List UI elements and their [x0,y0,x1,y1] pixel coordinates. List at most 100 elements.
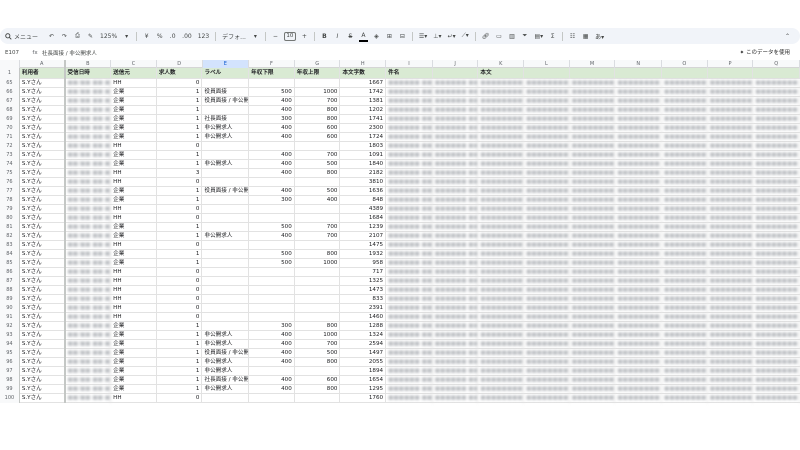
cell-received-date[interactable]: ■■/■■ ■■:■■ [66,277,112,286]
header-cell-l[interactable] [524,68,570,79]
cell-user[interactable]: S.Yさん [20,385,66,394]
cell-body[interactable]: ■■■■■■■■ ■■■■■■■■■■■■■ ■■■■■■■■■ ■■■■■■■… [478,358,525,367]
cell-salary-min[interactable]: 400 [249,376,295,385]
cell-user[interactable]: S.Yさん [20,394,66,403]
cell-body-overflow[interactable]: ■■■■■■■■ ■■■■■■■■■■■■■ ■■■■■■■■■ ■■■■■■■… [662,367,708,376]
cell-subject-overflow[interactable]: ■■■■■■ ■■■■ ■■■■■■■■■ ■■■ [433,313,479,322]
cell-job-count[interactable]: 0 [157,142,203,151]
cell-body-overflow[interactable]: ■■■■■■■■ ■■■■■■■■■■■■■ ■■■■■■■■■ ■■■■■■■… [570,160,616,169]
cell-user[interactable]: S.Yさん [20,205,66,214]
cell-body-overflow[interactable]: ■■■■■■■■ ■■■■■■■■■■■■■ ■■■■■■■■■ ■■■■■■■… [524,151,570,160]
cell-salary-max[interactable]: 700 [295,151,341,160]
row-number[interactable]: 72 [0,142,20,151]
cell-body-overflow[interactable]: ■■■■■■■■ ■■■■■■■■■■■■■ ■■■■■■■■■ ■■■■■■■… [524,394,570,403]
cell-user[interactable]: S.Yさん [20,133,66,142]
cell-label[interactable]: 非公開求人 [202,124,250,133]
cell-received-date[interactable]: ■■/■■ ■■:■■ [66,160,112,169]
cell-subject[interactable]: ■■■■■■ ■■■■ ■■■■■■■■■ ■■■ [386,331,433,340]
cell-body-overflow[interactable]: ■■■■■■■■ ■■■■■■■■■■■■■ ■■■■■■■■■ ■■■■■■■… [524,106,570,115]
cell-body[interactable]: ■■■■■■■■ ■■■■■■■■■■■■■ ■■■■■■■■■ ■■■■■■■… [478,268,525,277]
cell-sender[interactable]: HH [111,214,157,223]
cell-body-overflow[interactable]: ■■■■■■■■ ■■■■■■■■■■■■■ ■■■■■■■■■ ■■■■■■■… [524,331,570,340]
cell-subject-overflow[interactable]: ■■■■■■ ■■■■ ■■■■■■■■■ ■■■ [433,232,479,241]
cell-body-overflow[interactable]: ■■■■■■■■ ■■■■■■■■■■■■■ ■■■■■■■■■ ■■■■■■■… [662,187,708,196]
cell-subject-overflow[interactable]: ■■■■■■ ■■■■ ■■■■■■■■■ ■■■ [433,214,479,223]
cell-body-overflow[interactable]: ■■■■■■■■ ■■■■■■■■■■■■■ ■■■■■■■■■ ■■■■■■■… [570,106,616,115]
cell-body-overflow[interactable]: ■■■■■■■■ ■■■■■■■■■■■■■ ■■■■■■■■■ ■■■■■■■… [662,160,708,169]
cell-body-overflow[interactable]: ■■■■■■■■ ■■■■■■■■■■■■■ ■■■■■■■■■ ■■■■■■■… [708,313,754,322]
cell-job-count[interactable]: 1 [157,259,203,268]
cell-received-date[interactable]: ■■/■■ ■■:■■ [66,187,112,196]
cell-received-date[interactable]: ■■/■■ ■■:■■ [66,313,112,322]
cell-body-overflow[interactable]: ■■■■■■■■ ■■■■■■■■■■■■■ ■■■■■■■■■ ■■■■■■■… [524,259,570,268]
cell-salary-min[interactable]: 400 [249,232,295,241]
row-number[interactable]: 1 [0,68,20,79]
cell-body[interactable]: ■■■■■■■■ ■■■■■■■■■■■■■ ■■■■■■■■■ ■■■■■■■… [478,223,525,232]
cell-user[interactable]: S.Yさん [20,367,66,376]
font-size-input[interactable]: 10 [283,31,296,41]
cell-body-overflow[interactable]: ■■■■■■■■ ■■■■■■■■■■■■■ ■■■■■■■■■ ■■■■■■■… [662,394,708,403]
cell-body-overflow[interactable]: ■■■■■■■■ ■■■■■■■■■■■■■ ■■■■■■■■■ ■■■■■■■… [570,250,616,259]
cell-salary-max[interactable] [295,241,341,250]
cell-salary-max[interactable] [295,142,341,151]
cell-body-overflow[interactable]: ■■■■■■■■ ■■■■■■■■■■■■■ ■■■■■■■■■ ■■■■■■■… [570,169,616,178]
cell-salary-min[interactable]: 400 [249,124,295,133]
cell-body-overflow[interactable]: ■■■■■■■■ ■■■■■■■■■■■■■ ■■■■■■■■■ ■■■■■■■… [570,151,616,160]
cell-subject[interactable]: ■■■■■■ ■■■■ ■■■■■■■■■ ■■■ [386,304,433,313]
cell-body-overflow[interactable]: ■■■■■■■■ ■■■■■■■■■■■■■ ■■■■■■■■■ ■■■■■■■… [570,79,616,88]
cell-body-overflow[interactable]: ■■■■■■■■ ■■■■■■■■■■■■■ ■■■■■■■■■ ■■■■■■■… [708,295,754,304]
cell-body-overflow[interactable]: ■■■■■■■■ ■■■■■■■■■■■■■ ■■■■■■■■■ ■■■■■■■… [708,169,754,178]
cell-subject[interactable]: ■■■■■■ ■■■■ ■■■■■■■■■ ■■■ [386,160,433,169]
row-number[interactable]: 89 [0,295,20,304]
column-header-p[interactable]: P [708,60,754,68]
cell-user[interactable]: S.Yさん [20,295,66,304]
cell-body[interactable]: ■■■■■■■■ ■■■■■■■■■■■■■ ■■■■■■■■■ ■■■■■■■… [478,385,525,394]
cell-body[interactable]: ■■■■■■■■ ■■■■■■■■■■■■■ ■■■■■■■■■ ■■■■■■■… [478,241,525,250]
cell-body-overflow[interactable]: ■■■■■■■■ ■■■■■■■■■■■■■ ■■■■■■■■■ ■■■■■■■… [615,250,663,259]
cell-body-overflow[interactable]: ■■■■■■■■ ■■■■■■■■■■■■■ ■■■■■■■■■ ■■■■■■■… [524,205,570,214]
row-number[interactable]: 78 [0,196,20,205]
cell-label[interactable] [202,205,250,214]
cell-label[interactable] [202,106,250,115]
cell-user[interactable]: S.Yさん [20,358,66,367]
cell-user[interactable]: S.Yさん [20,106,66,115]
cell-body-overflow[interactable]: ■■■■■■■■ ■■■■■■■■■■■■■ ■■■■■■■■■ ■■■■■■■… [753,196,800,205]
cell-body-overflow[interactable]: ■■■■■■■■ ■■■■■■■■■■■■■ ■■■■■■■■■ ■■■■■■■… [570,331,616,340]
cell-sender[interactable]: 企業 [111,133,157,142]
cell-user[interactable]: S.Yさん [20,88,66,97]
cell-body-overflow[interactable]: ■■■■■■■■ ■■■■■■■■■■■■■ ■■■■■■■■■ ■■■■■■■… [615,115,663,124]
cell-received-date[interactable]: ■■/■■ ■■:■■ [66,349,112,358]
cell-received-date[interactable]: ■■/■■ ■■:■■ [66,331,112,340]
print-icon[interactable]: ⎙ [73,30,82,42]
cell-sender[interactable]: HH [111,241,157,250]
cell-char-count[interactable]: 1473 [340,286,387,295]
cell-body-overflow[interactable]: ■■■■■■■■ ■■■■■■■■■■■■■ ■■■■■■■■■ ■■■■■■■… [662,178,708,187]
cell-body-overflow[interactable]: ■■■■■■■■ ■■■■■■■■■■■■■ ■■■■■■■■■ ■■■■■■■… [708,268,754,277]
cell-char-count[interactable]: 1202 [340,106,387,115]
cell-subject[interactable]: ■■■■■■ ■■■■ ■■■■■■■■■ ■■■ [386,196,433,205]
cell-subject[interactable]: ■■■■■■ ■■■■ ■■■■■■■■■ ■■■ [386,142,433,151]
cell-body-overflow[interactable]: ■■■■■■■■ ■■■■■■■■■■■■■ ■■■■■■■■■ ■■■■■■■… [662,295,708,304]
cell-job-count[interactable]: 1 [157,97,203,106]
cell-sender[interactable]: 企業 [111,124,157,133]
cell-body-overflow[interactable]: ■■■■■■■■ ■■■■■■■■■■■■■ ■■■■■■■■■ ■■■■■■■… [708,394,754,403]
cell-job-count[interactable]: 0 [157,268,203,277]
decrease-decimal-button[interactable]: .0 [168,30,177,42]
cell-job-count[interactable]: 3 [157,169,203,178]
cell-sender[interactable]: HH [111,394,157,403]
cell-salary-max[interactable]: 500 [295,160,341,169]
cell-body[interactable]: ■■■■■■■■ ■■■■■■■■■■■■■ ■■■■■■■■■ ■■■■■■■… [478,160,525,169]
cell-body-overflow[interactable]: ■■■■■■■■ ■■■■■■■■■■■■■ ■■■■■■■■■ ■■■■■■■… [753,250,800,259]
row-number[interactable]: 96 [0,358,20,367]
cell-subject-overflow[interactable]: ■■■■■■ ■■■■ ■■■■■■■■■ ■■■ [433,97,479,106]
cell-body-overflow[interactable]: ■■■■■■■■ ■■■■■■■■■■■■■ ■■■■■■■■■ ■■■■■■■… [708,385,754,394]
cell-body-overflow[interactable]: ■■■■■■■■ ■■■■■■■■■■■■■ ■■■■■■■■■ ■■■■■■■… [570,115,616,124]
row-number[interactable]: 86 [0,268,20,277]
column-header-e[interactable]: E [202,60,250,68]
cell-subject[interactable]: ■■■■■■ ■■■■ ■■■■■■■■■ ■■■ [386,313,433,322]
cell-label[interactable]: 役員面接 / 非公開 [202,349,250,358]
cell-body-overflow[interactable]: ■■■■■■■■ ■■■■■■■■■■■■■ ■■■■■■■■■ ■■■■■■■… [615,259,663,268]
cell-char-count[interactable]: 1460 [340,313,387,322]
cell-char-count[interactable]: 833 [340,295,387,304]
cell-label[interactable]: 非公開求人 [202,232,250,241]
